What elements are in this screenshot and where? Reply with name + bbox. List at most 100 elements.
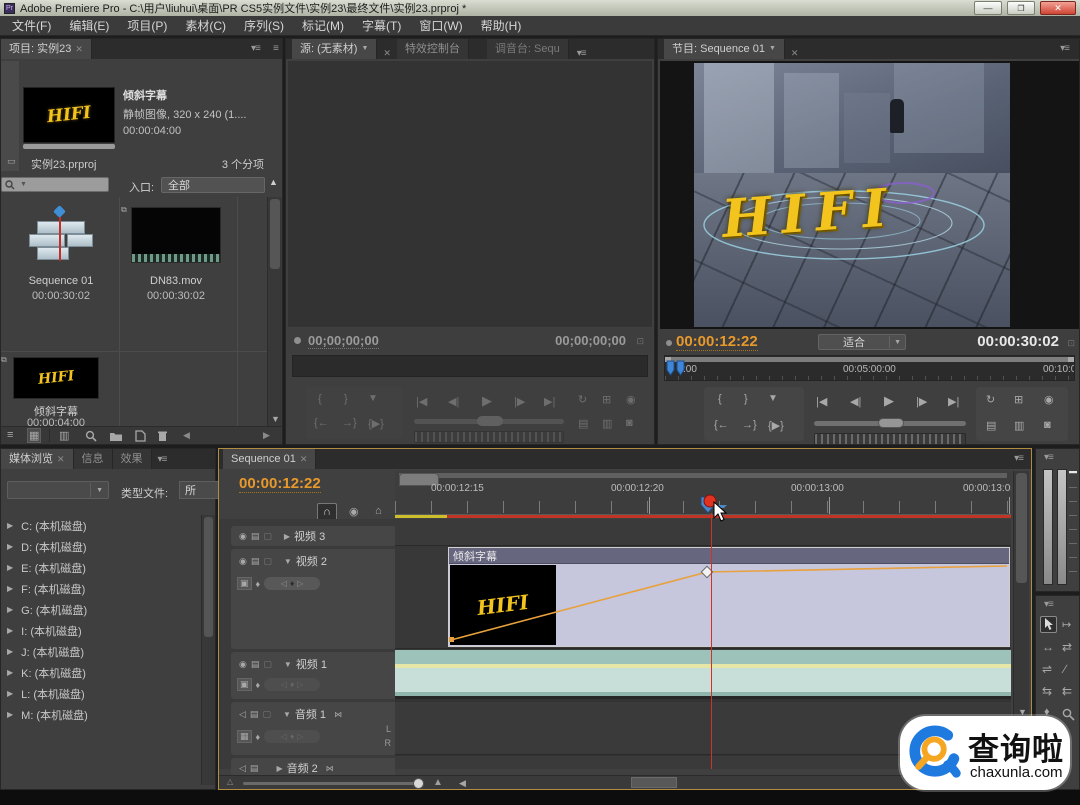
entry-dropdown[interactable]: 全部 [161,177,265,193]
browser-path-dropdown[interactable]: ▼ [7,481,109,499]
loop-button[interactable]: ↻ [578,393,587,406]
new-bin-icon[interactable] [109,431,123,442]
mark-out-button[interactable]: } [744,393,748,405]
step-forward-button[interactable]: |▶ [916,395,927,408]
drive-item-f[interactable]: ▶F: (本机磁盘) [1,578,201,599]
marker-button[interactable]: ▼ [368,393,378,404]
expand-arrow-icon[interactable]: ▶ [1,710,13,719]
panel-menu-icon[interactable]: ▾≡ [1060,43,1069,54]
show-keyframes-icon[interactable]: ♦ [256,579,261,589]
sync-lock-icon[interactable]: ▢ [263,531,272,542]
output-button[interactable]: ◉ [626,393,636,406]
jog-disk[interactable] [814,433,966,445]
preview-thumbnail[interactable]: 倾斜字幕 HIFI [23,87,115,143]
tab-program[interactable]: 节目: Sequence 01 ▼ [664,39,785,59]
insert-button[interactable]: ▤ [578,417,588,430]
menu-clip[interactable]: 素材(C) [177,17,234,34]
track-lock-icon[interactable]: ▤ [251,556,260,567]
export-frame-button[interactable]: ◙ [626,417,633,429]
play-button[interactable]: ▶ [884,393,894,409]
expand-arrow-icon[interactable]: ▶ [1,605,13,614]
mark-in-button[interactable]: { [318,393,322,405]
close-icon[interactable]: ✕ [57,449,65,469]
shuttle-slider[interactable] [414,419,564,424]
chevron-down-icon[interactable]: ▼ [769,39,776,59]
menu-project[interactable]: 项目(P) [119,17,175,34]
safe-margins-button[interactable]: ⊞ [1014,393,1023,406]
track-v3-content[interactable] [395,519,1011,546]
expand-arrow-icon[interactable]: ▶ [1,542,13,551]
show-keyframes-icon[interactable]: ♦ [256,732,261,742]
drive-item-e[interactable]: ▶E: (本机磁盘) [1,557,201,578]
playhead-line[interactable] [711,513,712,769]
project-item-sequence[interactable]: Sequence 01 00:00:30:02 [15,205,107,345]
selection-tool[interactable] [1040,616,1057,633]
step-back-button[interactable]: ◀| [448,395,459,408]
drive-item-d[interactable]: ▶D: (本机磁盘) [1,536,201,557]
next-keyframe-icon[interactable]: ▷ [297,579,303,588]
track-header-video3[interactable]: ◉ ▤ ▢ ▶ 视频 3 [231,526,395,546]
track-header-video2[interactable]: ◉ ▤ ▢ ▼ 视频 2 ▣ ♦ ◁ ♦ ▷ [231,549,395,649]
chevron-down-icon[interactable]: ▼ [361,39,368,59]
track-lock-icon[interactable]: ▤ [251,531,260,542]
drive-item-c[interactable]: ▶C: (本机磁盘) [1,515,201,536]
close-icon[interactable]: ✕ [383,48,391,59]
hscroll-thumb[interactable] [631,777,677,788]
menu-edit[interactable]: 编辑(E) [61,17,117,34]
source-mini-timeline[interactable] [292,355,648,377]
goto-next-edit-button[interactable]: ▶| [544,395,555,408]
panel-menu-icon[interactable]: ▾≡ [1044,599,1053,610]
scroll-down-icon[interactable]: ▼ [271,414,280,424]
drive-item-l[interactable]: ▶L: (本机磁盘) [1,683,201,704]
track-v2-content[interactable]: 倾斜字幕 HIFI [395,546,1011,649]
keyframe-nav[interactable]: ◁♦▷ [264,678,320,691]
panel-menu-icon[interactable]: ▾≡ [577,48,586,59]
close-icon[interactable]: ✕ [75,39,83,59]
preview-scrub-bar[interactable] [23,144,115,149]
rate-stretch-tool[interactable]: ⇌ [1042,662,1052,676]
marker-button[interactable]: ▼ [768,393,778,404]
goto-previous-edit-button[interactable]: |◀ [416,395,427,408]
clip-video1[interactable] [395,650,1011,696]
sync-lock-icon[interactable]: ▢ [263,659,272,670]
mark-out-button[interactable]: } [344,393,348,405]
project-vscrollbar[interactable]: ▼ [267,197,282,426]
menu-help[interactable]: 帮助(H) [473,17,530,34]
ripple-edit-tool[interactable]: ↔ [1042,640,1054,654]
delete-icon[interactable] [157,430,168,442]
search-input[interactable]: ▼ [1,177,109,192]
list-view-icon[interactable]: ≡ [7,429,13,441]
goto-next-edit-button[interactable]: ▶| [948,395,959,408]
speaker-icon[interactable]: ◁ [239,763,246,774]
expand-arrow-icon[interactable]: ▶ [1,689,13,698]
track-v1-content[interactable] [395,649,1011,699]
icon-view-icon[interactable]: ▦ [27,428,41,443]
panel-menu-icon[interactable]: ▾≡ [251,43,260,54]
automate-to-sequence-icon[interactable]: ▥ [59,429,69,442]
slide-tool[interactable]: ⇇ [1062,684,1072,698]
zoom-in-icon[interactable]: ▲ [433,777,443,788]
expand-arrow-icon[interactable]: ▶ [1,584,13,593]
clip-title-v2[interactable]: 倾斜字幕 HIFI [448,547,1010,647]
source-current-time[interactable]: 00;00;00;00 [308,333,379,349]
track-lock-icon[interactable]: ▤ [251,659,260,670]
step-back-button[interactable]: ◀| [850,395,861,408]
tab-effects[interactable]: 效果 [113,449,152,469]
zoom-level-dropdown[interactable]: 适合 ▼ [818,334,906,350]
set-display-style-icon[interactable]: ▣ [237,678,252,691]
expand-arrow-icon[interactable]: ▶ [1,563,13,572]
tab-source[interactable]: 源: (无素材) ▼ [292,39,377,59]
overlay-button[interactable]: ▥ [602,417,612,430]
previous-keyframe-icon[interactable]: ◁ [281,579,287,588]
tab-project[interactable]: 项目: 实例23 ✕ [1,39,92,59]
collapse-icon[interactable]: ▼ [284,557,292,566]
expand-arrow-icon[interactable]: ▶ [1,521,13,530]
timeline-current-time[interactable]: 00:00:12:22 [239,475,321,493]
restore-button[interactable]: ❐ [1007,1,1035,15]
zoom-slider[interactable] [243,782,421,785]
zoom-out-icon[interactable]: △ [227,777,233,786]
zoom-slider-handle[interactable] [413,778,424,789]
goto-out-button[interactable]: →} [742,419,757,431]
add-keyframe-icon[interactable]: ♦ [290,579,294,588]
mark-in-button[interactable]: { [718,393,722,405]
